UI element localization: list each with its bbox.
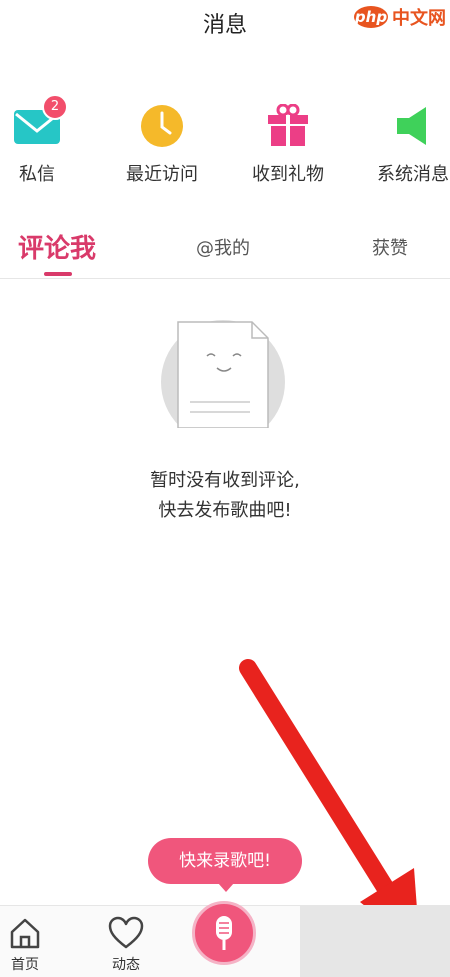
speaker-icon [388, 104, 438, 148]
quick-entry-label: 系统消息 [377, 164, 449, 185]
nav-label: 首页 [11, 957, 39, 973]
tab-likes[interactable]: 获赞 [372, 222, 408, 276]
unread-badge: 2 [42, 94, 68, 120]
active-tab-indicator [44, 272, 72, 276]
clock-icon [137, 104, 187, 148]
tab-mentions[interactable]: @我的 [196, 222, 250, 276]
tab-comments[interactable]: 评论我 [18, 222, 96, 276]
message-tabs: 评论我 @我的 获赞 [0, 222, 450, 279]
empty-state-line: 暂时没有收到评论, [150, 470, 300, 491]
quick-entry-label: 私信 [19, 164, 55, 185]
gift-icon [263, 103, 313, 148]
heart-icon [108, 916, 144, 954]
quick-entry-row: 2 私信 最近访问 收到礼物 系统消息 [0, 94, 450, 192]
bottom-nav: 首页 动态 [0, 901, 450, 977]
record-tooltip: 快来录歌吧! [148, 838, 302, 884]
mail-icon: 2 [12, 94, 68, 148]
empty-document-icon [160, 318, 290, 444]
record-button[interactable] [192, 901, 256, 965]
nav-label: 动态 [112, 957, 140, 973]
home-icon [8, 916, 42, 954]
empty-state-message: 暂时没有收到评论, 快去发布歌曲吧! [0, 466, 450, 526]
quick-entry-label: 最近访问 [126, 164, 198, 185]
page-title: 消息 [202, 13, 247, 38]
microphone-icon [216, 916, 232, 950]
tooltip-tail [218, 883, 234, 892]
blurred-nav-area [300, 906, 450, 977]
empty-state-line: 快去发布歌曲吧! [158, 500, 292, 521]
quick-entry-label: 收到礼物 [252, 164, 324, 185]
